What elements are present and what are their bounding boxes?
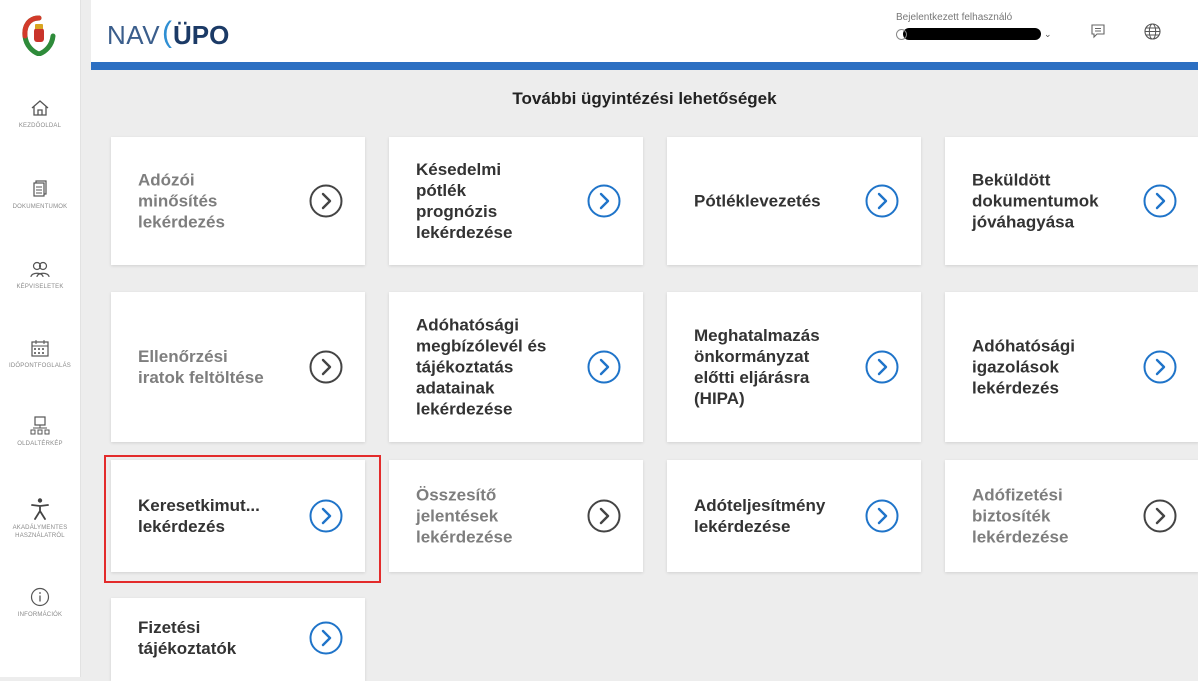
chevron-right-circle-icon[interactable] bbox=[1143, 499, 1177, 533]
header: NAV ( ÜPO Bejelentkezett felhasználó ⌄ bbox=[91, 0, 1198, 62]
message-icon[interactable] bbox=[1089, 22, 1107, 40]
user-caption: Bejelentkezett felhasználó bbox=[896, 12, 1013, 23]
service-card[interactable]: Adózói minősítés lekérdezés bbox=[111, 137, 365, 265]
chevron-down-icon: ⌄ bbox=[1044, 28, 1052, 39]
chevron-right-circle-icon[interactable] bbox=[587, 184, 621, 218]
sitemap-icon bbox=[30, 416, 50, 435]
sidebar-item-representations[interactable]: Képviseletek bbox=[0, 258, 80, 291]
service-card-label: Késedelmi pótlék prognózis lekérdezése bbox=[416, 160, 513, 242]
service-card[interactable]: Késedelmi pótlék prognózis lekérdezése bbox=[389, 137, 643, 265]
documents-icon bbox=[33, 180, 47, 197]
service-card-label: Adóhatósági megbízólevél és tájékoztatás… bbox=[416, 315, 547, 419]
sidebar-item-label: Kezdőoldal bbox=[18, 123, 62, 129]
sidebar-item-label: Információk bbox=[17, 612, 63, 618]
chevron-right-circle-icon[interactable] bbox=[309, 184, 343, 218]
sidebar-item-appointments[interactable]: Időpontfoglalás bbox=[0, 337, 80, 370]
service-card-label: Adóhatósági igazolások lekérdezés bbox=[972, 336, 1075, 398]
header-accent-bar bbox=[91, 62, 1198, 70]
service-card[interactable]: Pótléklevezetés bbox=[667, 137, 921, 265]
chevron-right-circle-icon[interactable] bbox=[865, 499, 899, 533]
chevron-right-circle-icon[interactable] bbox=[309, 350, 343, 384]
section-title: További ügyintézési lehetőségek bbox=[512, 89, 777, 108]
sidebar-item-label: Időpontfoglalás bbox=[8, 363, 71, 369]
service-card[interactable]: Ellenőrzési iratok feltöltése bbox=[111, 292, 365, 442]
chevron-right-circle-icon[interactable] bbox=[309, 621, 343, 655]
sidebar-item-label: Dokumentumok bbox=[12, 204, 68, 210]
brand-upo-text: ÜPO bbox=[173, 19, 230, 50]
user-avatar-icon bbox=[896, 28, 907, 40]
user-menu[interactable]: Bejelentkezett felhasználó ⌄ bbox=[896, 12, 1052, 40]
service-card[interactable]: Beküldött dokumentumok jóváhagyása bbox=[945, 137, 1198, 265]
redacted-username bbox=[903, 28, 1041, 40]
brand-logo[interactable]: NAV ( ÜPO bbox=[107, 16, 230, 50]
sidebar: Kezdőoldal Dokumentumok Képviseletek Idő… bbox=[0, 0, 81, 677]
home-icon bbox=[31, 100, 49, 116]
chevron-right-circle-icon[interactable] bbox=[1143, 184, 1177, 218]
service-card-label: Adófizetési biztosíték lekérdezése bbox=[972, 485, 1069, 547]
service-card-label: Ellenőrzési iratok feltöltése bbox=[138, 347, 264, 387]
sidebar-item-documents[interactable]: Dokumentumok bbox=[0, 178, 80, 211]
info-icon bbox=[30, 587, 50, 607]
chevron-right-circle-icon[interactable] bbox=[1143, 350, 1177, 384]
service-card-label: Fizetési tájékoztatók bbox=[138, 618, 237, 658]
service-card[interactable]: Adófizetési biztosíték lekérdezése bbox=[945, 460, 1198, 572]
chevron-right-circle-icon[interactable] bbox=[309, 499, 343, 533]
service-card[interactable]: Adóhatósági megbízólevél és tájékoztatás… bbox=[389, 292, 643, 442]
service-card[interactable]: Adóhatósági igazolások lekérdezés bbox=[945, 292, 1198, 442]
service-card-label: Adóteljesítmény lekérdezése bbox=[694, 496, 826, 536]
service-card-label: Meghatalmazás önkormányzat előtti eljárá… bbox=[694, 326, 820, 408]
brand-nav-text: NAV bbox=[107, 19, 161, 50]
brand-paren: ( bbox=[162, 16, 173, 49]
chevron-right-circle-icon[interactable] bbox=[865, 350, 899, 384]
accessibility-icon bbox=[31, 498, 49, 520]
sidebar-item-info[interactable]: Információk bbox=[0, 586, 80, 619]
chevron-right-circle-icon[interactable] bbox=[587, 499, 621, 533]
globe-icon[interactable] bbox=[1143, 22, 1162, 41]
sidebar-item-home[interactable]: Kezdőoldal bbox=[0, 97, 80, 130]
service-card[interactable]: Fizetési tájékoztatók bbox=[111, 598, 365, 681]
sidebar-item-label: Akadálymentes használatról bbox=[12, 525, 68, 539]
service-card-label: Összesítő jelentések lekérdezése bbox=[416, 485, 513, 547]
service-card-label: Keresetkimut... lekérdezés bbox=[138, 496, 260, 536]
calendar-icon bbox=[31, 340, 49, 357]
sidebar-item-label: Képviseletek bbox=[16, 284, 64, 290]
service-card-label: Adózói minősítés lekérdezés bbox=[138, 170, 225, 232]
chevron-right-circle-icon[interactable] bbox=[587, 350, 621, 384]
coat-of-arms-logo bbox=[22, 15, 56, 56]
service-card[interactable]: Keresetkimut... lekérdezés bbox=[111, 460, 365, 572]
users-icon bbox=[30, 261, 50, 278]
sidebar-item-sitemap[interactable]: Oldaltérkép bbox=[0, 415, 80, 448]
sidebar-item-accessibility[interactable]: Akadálymentes használatról bbox=[0, 497, 80, 540]
service-card[interactable]: Adóteljesítmény lekérdezése bbox=[667, 460, 921, 572]
sidebar-item-label: Oldaltérkép bbox=[17, 441, 63, 447]
service-card-label: Pótléklevezetés bbox=[694, 191, 821, 211]
service-card-label: Beküldött dokumentumok jóváhagyása bbox=[972, 170, 1099, 232]
service-card[interactable]: Meghatalmazás önkormányzat előtti eljárá… bbox=[667, 292, 921, 442]
service-card[interactable]: Összesítő jelentések lekérdezése bbox=[389, 460, 643, 572]
chevron-right-circle-icon[interactable] bbox=[865, 184, 899, 218]
